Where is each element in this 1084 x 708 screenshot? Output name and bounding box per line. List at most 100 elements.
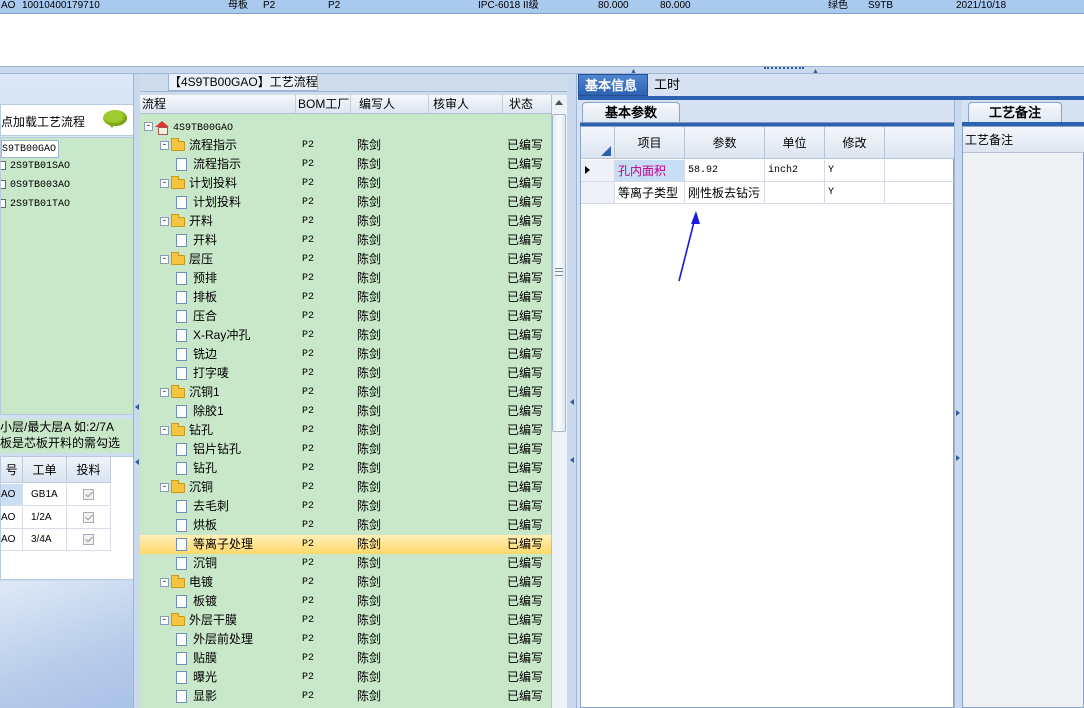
tree-row[interactable]: 开料 P2 陈剑 已编写 [140,231,551,250]
tree-row[interactable]: 计划投料 P2 陈剑 已编写 [140,193,551,212]
param-modify[interactable]: Y [825,182,885,204]
tree-row[interactable]: 铝片钻孔 P2 陈剑 已编写 [140,440,551,459]
collapse-icon[interactable]: - [160,426,169,436]
tree-row[interactable]: - 计划投料 P2 陈剑 已编写 [140,174,551,193]
tree-row[interactable]: 板镀 P2 陈剑 已编写 [140,592,551,611]
table-cell[interactable]: AO [1,507,23,529]
remark-panel[interactable] [962,126,1084,708]
tree-row[interactable]: - 钻孔 P2 陈剑 已编写 [140,421,551,440]
middle-splitter[interactable] [567,74,577,708]
param-item[interactable]: 孔内面积 [615,160,685,182]
select-all-corner-icon[interactable] [582,128,614,158]
work-order-table[interactable]: 号 工单 投料 AO GB1A AO 1/2A AO 3/4A [0,456,134,580]
row-header[interactable] [581,182,615,204]
tree-row[interactable]: 外层前处理 P2 陈剑 已编写 [140,630,551,649]
tree-row[interactable]: 去毛刺 P2 陈剑 已编写 [140,497,551,516]
param-unit[interactable] [765,182,825,204]
collapse-icon[interactable]: - [160,578,169,588]
tree-row[interactable]: 贴膜 P2 陈剑 已编写 [140,649,551,668]
load-process-label[interactable]: 点加载工艺流程 [1,113,85,130]
tree-row[interactable]: 沉铜 P2 陈剑 已编写 [140,554,551,573]
column-header[interactable]: 修改 [825,127,885,159]
collapse-icon[interactable]: - [160,616,169,626]
param-unit[interactable]: inch2 [765,160,825,182]
tree-row[interactable]: 等离子处理 P2 陈剑 已编写 [140,535,551,554]
checkbox-cell[interactable] [67,484,111,506]
tree-row[interactable]: - 沉铜 P2 陈剑 已编写 [140,478,551,497]
column-header[interactable]: 号 [1,457,23,483]
collapse-arrow-icon[interactable] [570,399,574,405]
tree-row[interactable]: - 电镀 P2 陈剑 已编写 [140,573,551,592]
expand-arrow-icon[interactable] [956,455,960,461]
tree-row[interactable]: - 开料 P2 陈剑 已编写 [140,212,551,231]
tree-row[interactable]: 排板 P2 陈剑 已编写 [140,288,551,307]
column-header[interactable]: BOM工厂 [296,95,351,113]
tree-row[interactable]: 烘板 P2 陈剑 已编写 [140,516,551,535]
params-grid[interactable]: 项目 参数 单位 修改 孔内面积 58.92 inch2 Y 等离子类型 刚性板… [580,126,955,708]
list-item[interactable]: 2S9TB01SAO [1,158,70,176]
tree-row[interactable]: - 沉铜1 P2 陈剑 已编写 [140,383,551,402]
table-cell[interactable]: AO [1,529,23,551]
param-value[interactable]: 58.92 [685,160,765,182]
tree-root[interactable]: - 4S9TB00GAO [140,117,551,136]
tree-row[interactable]: 流程指示 P2 陈剑 已编写 [140,155,551,174]
collapse-icon[interactable]: - [160,255,169,265]
collapse-icon[interactable]: - [160,179,169,189]
feed-checkbox[interactable] [83,511,94,523]
feed-checkbox[interactable] [83,488,94,500]
column-header[interactable]: 参数 [685,127,765,159]
tree-row[interactable]: - 外层干膜 P2 陈剑 已编写 [140,611,551,630]
tree-row[interactable]: X-Ray冲孔 P2 陈剑 已编写 [140,326,551,345]
column-header[interactable]: 单位 [765,127,825,159]
column-header[interactable]: 工单 [23,457,67,483]
list-item[interactable]: S9TB00GAO [1,140,59,158]
tree-row[interactable]: 打字唛 P2 陈剑 已编写 [140,364,551,383]
collapse-arrow-icon[interactable] [570,457,574,463]
list-item[interactable]: 0S9TB003AO [1,177,70,195]
splitter-grip-icon[interactable] [764,67,804,71]
tree-row[interactable]: - 流程指示 P2 陈剑 已编写 [140,136,551,155]
table-cell[interactable]: 1/2A [23,507,67,529]
collapse-arrow-icon[interactable] [135,459,139,465]
tree-row[interactable]: - 层压 P2 陈剑 已编写 [140,250,551,269]
order-list[interactable]: S9TB00GAO 2S9TB01SAO 0S9TB003AO 2S9TB01T… [0,137,134,415]
column-header[interactable]: 流程 [140,95,296,113]
param-modify[interactable]: Y [825,160,885,182]
horizontal-splitter[interactable] [0,66,1084,74]
tab-process-remark[interactable]: 工艺备注 [968,102,1062,122]
table-cell[interactable]: GB1A [23,484,67,506]
collapse-icon[interactable]: - [144,122,153,132]
list-item[interactable]: 2S9TB01TAO [1,196,70,214]
left-splitter[interactable] [133,74,140,708]
collapse-arrow-icon[interactable] [135,404,139,410]
column-header[interactable]: 状态 [503,95,551,113]
tree-row[interactable]: 除胶1 P2 陈剑 已编写 [140,402,551,421]
tree-row[interactable]: 曝光 P2 陈剑 已编写 [140,668,551,687]
tree-row[interactable]: 钻孔 P2 陈剑 已编写 [140,459,551,478]
column-header[interactable]: 项目 [615,127,685,159]
column-header[interactable]: 投料 [67,457,111,483]
checkbox-cell[interactable] [67,507,111,529]
param-item[interactable]: 等离子类型 [615,182,685,204]
tab-basic-info[interactable]: 基本信息 [578,74,648,96]
tree-row[interactable]: 预排 P2 陈剑 已编写 [140,269,551,288]
checkbox-cell[interactable] [67,529,111,551]
table-cell[interactable]: AO [1,484,23,506]
tree-row[interactable]: 显影 P2 陈剑 已编写 [140,687,551,706]
scroll-up-arrow-icon[interactable] [555,100,563,105]
collapse-icon[interactable]: - [160,141,169,151]
process-tree[interactable]: -4S9TB00GAO - 流程指示 P2 陈剑 已编写 流程指示 P2 陈剑 已编写 - 计划投料… [140,114,551,708]
collapse-icon[interactable]: - [160,388,169,398]
tab-work-hours[interactable]: 工时 [648,74,700,96]
tree-row[interactable]: 压合 P2 陈剑 已编写 [140,307,551,326]
param-value[interactable]: 刚性板去钻污 [685,182,765,204]
top-data-row[interactable]: AO 10010400179710 母板 P2 P2 IPC-6018 II级 … [0,0,1084,14]
collapse-icon[interactable]: - [160,483,169,493]
column-header[interactable]: 编写人 [351,95,429,113]
speech-bubble-icon[interactable] [103,110,127,128]
tree-row[interactable]: 铣边 P2 陈剑 已编写 [140,345,551,364]
tab-basic-params[interactable]: 基本参数 [582,102,680,122]
table-cell[interactable]: 3/4A [23,529,67,551]
column-header[interactable]: 核审人 [429,95,503,113]
feed-checkbox[interactable] [83,533,94,545]
